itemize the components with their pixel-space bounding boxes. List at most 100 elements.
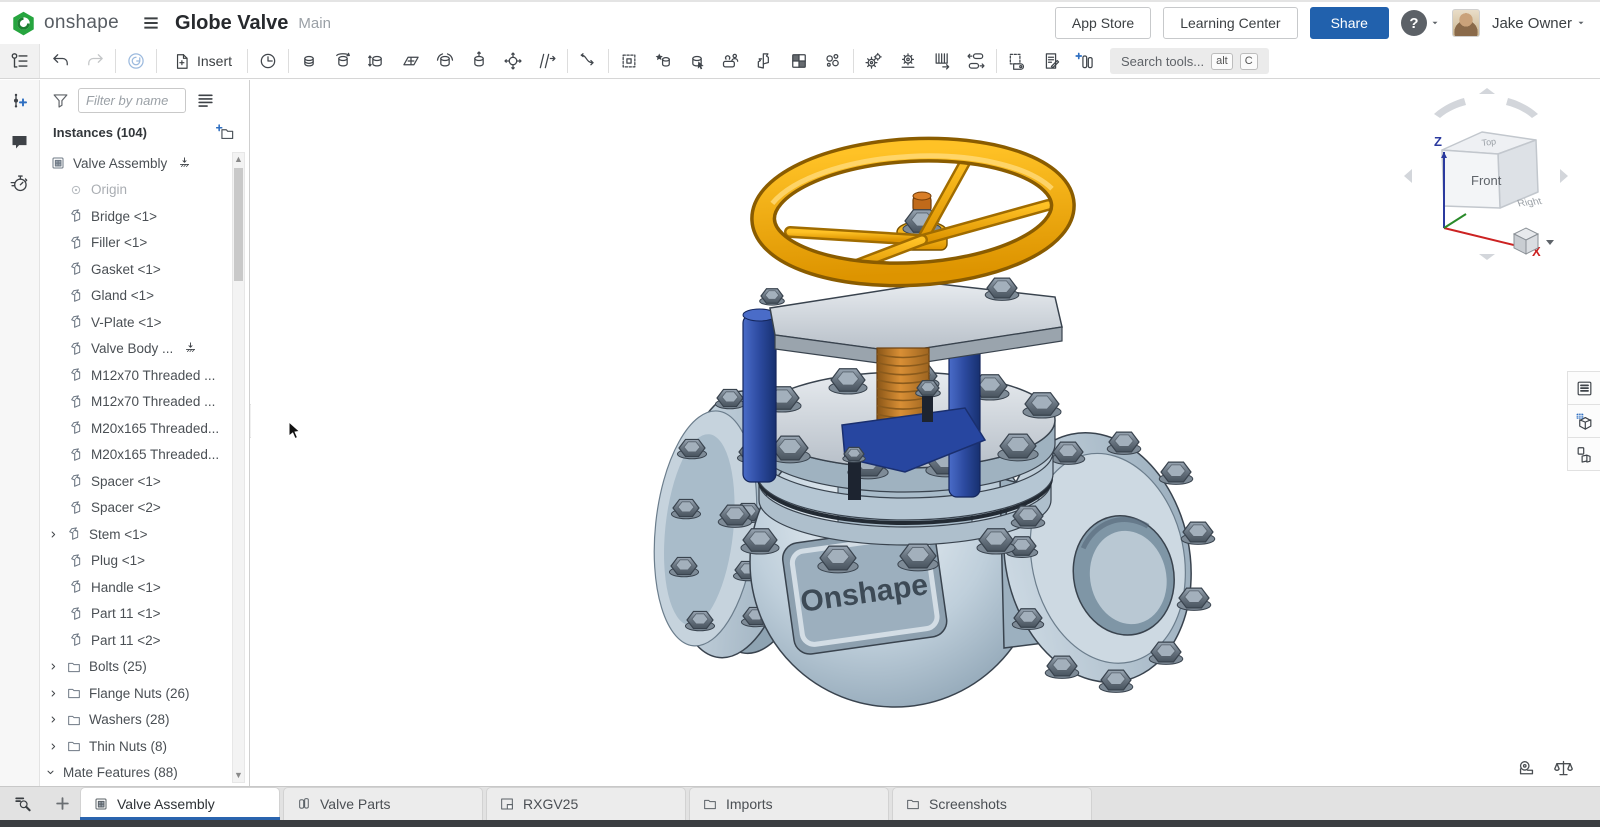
tree-item[interactable]: Spacer <2> (40, 495, 232, 522)
redo-icon (85, 51, 105, 71)
tree-item[interactable]: Bolts (25) (40, 654, 232, 681)
view-cube-top-label[interactable]: Top (1481, 136, 1497, 148)
element-tab-screenshots[interactable]: Screenshots (892, 787, 1092, 820)
tree-item[interactable]: Gland <1> (40, 283, 232, 310)
view-cube-right-label[interactable]: Right (1516, 197, 1544, 210)
search-tools[interactable]: Search tools... altC (1110, 48, 1269, 74)
select-part-button[interactable] (680, 46, 714, 76)
tree-item[interactable]: Flange Nuts (26) (40, 680, 232, 707)
document-menu-icon[interactable] (137, 9, 165, 37)
gear-relation-button[interactable] (857, 46, 891, 76)
redo-button[interactable] (78, 46, 112, 76)
configurations-panel-tab[interactable] (1567, 404, 1600, 438)
revolute-mate-button[interactable] (326, 46, 360, 76)
part-icon (68, 341, 84, 357)
app-store-button[interactable]: App Store (1055, 7, 1151, 39)
tree-item[interactable]: Origin (40, 177, 232, 204)
exploded-view-button[interactable] (816, 46, 850, 76)
chevron-right-icon[interactable] (48, 529, 66, 540)
path-relation-button[interactable] (571, 46, 605, 76)
chevron-down-icon[interactable] (45, 767, 63, 778)
feature-list-toggle-icon[interactable] (0, 44, 40, 78)
bom-panel-tab[interactable] (1567, 371, 1600, 405)
view-cube[interactable]: Front Top Right Z X (1396, 88, 1576, 260)
tree-item[interactable]: Valve Assembly (40, 150, 232, 177)
comments-button[interactable] (5, 127, 35, 157)
add-tab-icon[interactable] (44, 786, 80, 820)
user-menu[interactable]: Jake Owner (1492, 15, 1586, 32)
ball-mate-button[interactable] (428, 46, 462, 76)
favorite-part-button[interactable] (646, 46, 680, 76)
help-icon[interactable]: ? (1401, 10, 1427, 36)
element-tab-rxgv25[interactable]: RXGV25 (486, 787, 686, 820)
insert-in-context-button[interactable] (748, 46, 782, 76)
appearance-panel-tab[interactable] (1567, 437, 1600, 471)
chevron-right-icon[interactable] (48, 661, 66, 672)
insert-new-element-button[interactable] (5, 86, 35, 116)
tree-item[interactable]: M20x165 Threaded... (40, 442, 232, 469)
fastened-mate-button[interactable] (292, 46, 326, 76)
chevron-right-icon[interactable] (48, 741, 66, 752)
rack-pinion-relation-button[interactable] (925, 46, 959, 76)
tree-item[interactable]: Washers (28) (40, 707, 232, 734)
bill-of-materials-button[interactable] (1068, 46, 1102, 76)
chevron-right-icon[interactable] (48, 714, 66, 725)
display-states-button[interactable] (782, 46, 816, 76)
learning-center-button[interactable]: Learning Center (1163, 7, 1297, 39)
tree-item[interactable]: Filler <1> (40, 230, 232, 257)
parallel-mate-button[interactable] (530, 46, 564, 76)
tree-item[interactable]: Mate Features (88) (40, 760, 232, 787)
list-view-icon[interactable] (196, 91, 215, 110)
section-view-button[interactable] (1000, 46, 1034, 76)
workspace-name[interactable]: Main (298, 15, 331, 32)
slider-mate-button[interactable] (360, 46, 394, 76)
undo-button[interactable] (44, 46, 78, 76)
tree-item[interactable]: Valve Body ... (40, 336, 232, 363)
drawing-note-button[interactable] (1034, 46, 1068, 76)
avatar[interactable] (1452, 9, 1480, 37)
tree-item[interactable]: Handle <1> (40, 574, 232, 601)
versions-history-button[interactable] (5, 168, 35, 198)
share-button[interactable]: Share (1310, 7, 1389, 39)
scroll-up-arrow[interactable]: ▲ (233, 153, 244, 166)
planar-mate-button[interactable] (394, 46, 428, 76)
create-folder-icon[interactable] (216, 123, 235, 142)
replicate-button[interactable] (714, 46, 748, 76)
swap-instances-button[interactable] (959, 46, 993, 76)
tree-item[interactable]: Spacer <1> (40, 468, 232, 495)
insert-button[interactable]: Insert (160, 46, 244, 76)
mass-properties-icon[interactable] (1552, 757, 1574, 779)
help-menu[interactable]: ? (1401, 10, 1440, 36)
box-select-button[interactable] (612, 46, 646, 76)
cylindrical-mate-button[interactable] (496, 46, 530, 76)
filter-icon[interactable] (51, 91, 70, 110)
tree-item[interactable]: Part 11 <1> (40, 601, 232, 628)
element-tab-valve-parts[interactable]: Valve Parts (283, 787, 483, 820)
element-tab-imports[interactable]: Imports (689, 787, 889, 820)
tree-item[interactable]: Thin Nuts (8) (40, 733, 232, 760)
sprocket-relation-button[interactable] (891, 46, 925, 76)
view-options-icon[interactable] (1514, 228, 1554, 254)
chevron-right-icon[interactable] (48, 688, 66, 699)
tree-item[interactable]: M20x165 Threaded... (40, 415, 232, 442)
tree-item[interactable]: M12x70 Threaded ... (40, 362, 232, 389)
filter-input[interactable] (78, 88, 186, 113)
named-views-button[interactable] (251, 46, 285, 76)
onshape-logo[interactable]: onshape (10, 10, 119, 37)
tree-item[interactable]: M12x70 Threaded ... (40, 389, 232, 416)
tree-item[interactable]: Plug <1> (40, 548, 232, 575)
tree-scrollbar[interactable]: ▲ ▼ (232, 152, 245, 783)
search-tabs-icon[interactable] (0, 786, 44, 820)
view-cube-front-label[interactable]: Front (1471, 173, 1502, 188)
sync-document-button[interactable] (119, 46, 153, 76)
measure-icon[interactable] (1515, 757, 1537, 779)
tree-item[interactable]: V-Plate <1> (40, 309, 232, 336)
tree-item[interactable]: Gasket <1> (40, 256, 232, 283)
scrollbar-thumb[interactable] (234, 168, 243, 281)
element-tab-valve-assembly[interactable]: Valve Assembly (80, 787, 280, 820)
tree-item[interactable]: Stem <1> (40, 521, 232, 548)
scroll-down-arrow[interactable]: ▼ (233, 769, 244, 782)
tree-item[interactable]: Part 11 <2> (40, 627, 232, 654)
pin-slot-mate-button[interactable] (462, 46, 496, 76)
tree-item[interactable]: Bridge <1> (40, 203, 232, 230)
